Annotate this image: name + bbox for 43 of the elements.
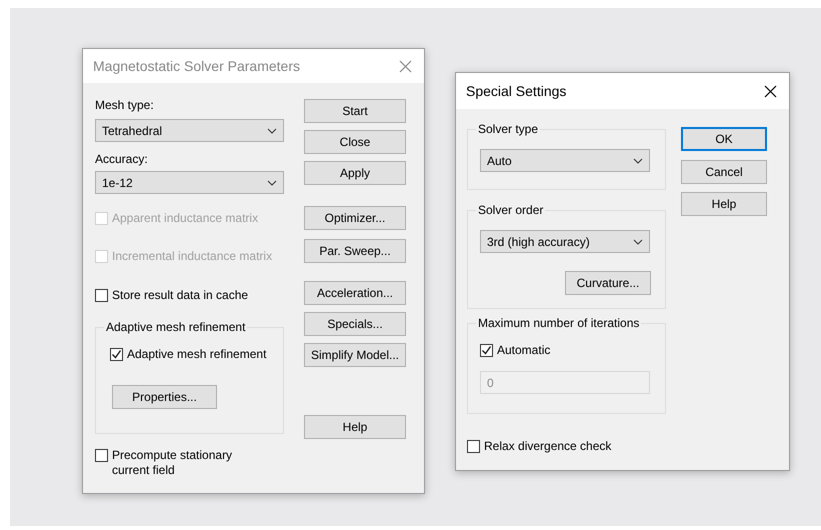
checkbox[interactable] bbox=[480, 344, 493, 357]
chevron-icon bbox=[267, 128, 277, 134]
dialog-button[interactable]: Help bbox=[304, 415, 406, 439]
dialog-button[interactable]: Start bbox=[304, 99, 406, 123]
dialog-button[interactable]: Close bbox=[304, 130, 406, 154]
dialog-button[interactable]: Simplify Model... bbox=[304, 343, 406, 367]
dialog-button[interactable]: Cancel bbox=[681, 160, 767, 184]
checkbox[interactable] bbox=[110, 348, 123, 361]
checkbox-label: Relax divergence check bbox=[484, 439, 612, 454]
group-title: Adaptive mesh refinement bbox=[105, 320, 246, 335]
properties-button[interactable]: Properties... bbox=[112, 385, 217, 409]
chevron-icon bbox=[267, 180, 277, 186]
dropdown[interactable]: 1e-12 bbox=[95, 171, 284, 194]
chevron-icon bbox=[633, 158, 643, 164]
checkbox-label: Apparent inductance matrix bbox=[112, 211, 258, 226]
curvature-button[interactable]: Curvature... bbox=[565, 271, 651, 295]
checkbox-label: Store result data in cache bbox=[112, 288, 248, 303]
checkbox[interactable] bbox=[95, 449, 108, 462]
group-title: Maximum number of iterations bbox=[477, 316, 640, 331]
dropdown[interactable]: Auto bbox=[480, 149, 650, 172]
dialog-button[interactable]: Help bbox=[681, 192, 767, 216]
dialog-button[interactable]: Par. Sweep... bbox=[304, 239, 406, 263]
checkbox-label: Incremental inductance matrix bbox=[112, 249, 272, 264]
checkbox-label: Adaptive mesh refinement bbox=[127, 347, 266, 362]
dropdown[interactable]: Tetrahedral bbox=[95, 119, 284, 142]
window-title: Special Settings bbox=[466, 83, 566, 99]
dialog-button[interactable]: OK bbox=[681, 127, 767, 151]
window-title: Magnetostatic Solver Parameters bbox=[93, 58, 300, 74]
checkbox[interactable] bbox=[467, 440, 480, 453]
dialog-button[interactable]: Acceleration... bbox=[304, 281, 406, 305]
checkbox-label: Precompute stationary current field bbox=[112, 448, 234, 478]
checkbox[interactable] bbox=[95, 289, 108, 302]
checkbox-label: Automatic bbox=[497, 343, 550, 358]
field-label: Accuracy: bbox=[95, 152, 148, 167]
chevron-icon bbox=[633, 238, 643, 244]
dialog-button[interactable]: Apply bbox=[304, 161, 406, 185]
dialog-button[interactable]: Specials... bbox=[304, 312, 406, 336]
close-icon[interactable] bbox=[764, 84, 777, 98]
group-title: Solver order bbox=[477, 203, 544, 218]
dropdown[interactable]: 3rd (high accuracy) bbox=[480, 230, 650, 253]
group-title: Solver type bbox=[477, 122, 540, 137]
field-label: Mesh type: bbox=[95, 98, 154, 113]
dialog-button[interactable]: Optimizer... bbox=[304, 206, 406, 230]
